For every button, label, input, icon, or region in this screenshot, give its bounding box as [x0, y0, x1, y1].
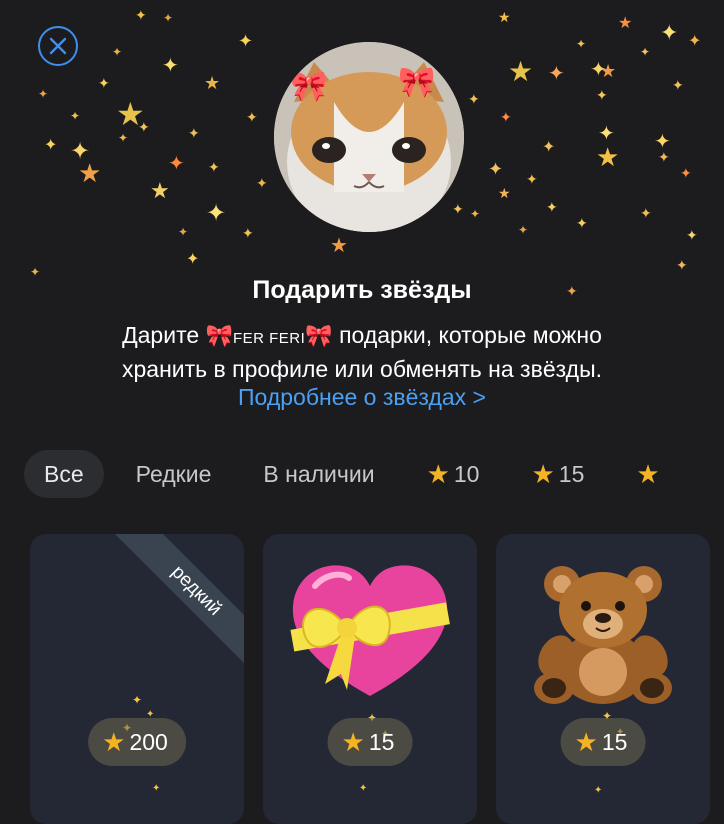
tab-label: 15 — [558, 460, 585, 487]
bow-icon: 🎀 — [205, 323, 233, 348]
price-button[interactable]: ★ 200 — [88, 718, 186, 766]
bow-icon: 🎀 — [290, 70, 328, 103]
description-suffix: подарки, которые можно — [332, 322, 602, 348]
star-icon: ★ — [426, 458, 450, 489]
bow-icon: 🎀 — [398, 66, 436, 99]
price-value: 15 — [601, 728, 628, 755]
star-icon: ★ — [102, 726, 126, 757]
star-icon: ★ — [636, 458, 660, 489]
teddy-bear-icon — [534, 566, 672, 704]
price-button[interactable]: ★ 15 — [560, 718, 646, 766]
star-icon: ★ — [574, 726, 598, 757]
description: Дарите 🎀FER FERI🎀 подарки, которые можно… — [40, 320, 684, 385]
tab-label: Редкие — [135, 460, 212, 487]
star-icon: ★ — [341, 726, 365, 757]
close-icon — [49, 37, 67, 55]
tab-in-stock[interactable]: В наличии — [243, 450, 394, 498]
price-button[interactable]: ★ 15 — [327, 718, 413, 766]
page-title: Подарить звёзды — [252, 276, 472, 304]
description-prefix: Дарите — [122, 322, 206, 348]
tab-price-more[interactable]: ★ — [616, 450, 683, 498]
filter-tabs: Все Редкие В наличии ★ 10 ★ 15 ★ — [24, 448, 696, 500]
tab-price-15[interactable]: ★ 15 — [511, 450, 604, 498]
tab-rare[interactable]: Редкие — [116, 450, 232, 498]
price-value: 200 — [129, 728, 168, 755]
tab-label: Все — [44, 460, 84, 487]
description-line2: хранить в профиле или обменять на звёзды… — [121, 356, 602, 382]
gift-card[interactable]: редкий ✦ ✦ ✦ ✦ ★ 200 — [30, 534, 244, 824]
star-icon: ★ — [531, 458, 555, 489]
tab-label: В наличии — [263, 460, 375, 487]
gift-card[interactable]: ✦ ✦ ✦ ★ 15 — [263, 534, 477, 824]
rare-ribbon: редкий — [113, 534, 244, 674]
price-value: 15 — [368, 728, 395, 755]
heart-with-bow-icon — [290, 565, 450, 696]
recipient-name: FER FERI — [232, 330, 306, 347]
gift-card[interactable]: ✦ ✦ ✦ ★ 15 — [496, 534, 710, 824]
bow-icon: 🎀 — [305, 323, 333, 348]
user-avatar: 🎀 🎀 — [274, 42, 464, 232]
learn-more-link[interactable]: Подробнее о звёздах > — [0, 384, 724, 411]
tab-all[interactable]: Все — [24, 450, 104, 498]
tab-label: 10 — [453, 460, 480, 487]
close-button[interactable] — [38, 26, 78, 66]
tab-price-10[interactable]: ★ 10 — [407, 450, 500, 498]
